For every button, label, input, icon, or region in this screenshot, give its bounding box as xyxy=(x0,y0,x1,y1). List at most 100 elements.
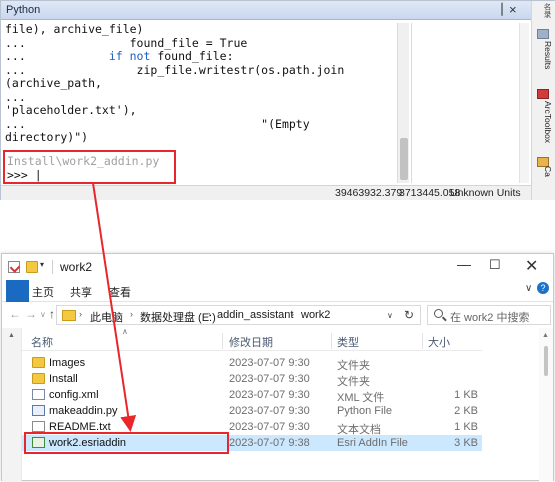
side-tab-catalog[interactable]: Ca xyxy=(535,166,553,196)
breadcrumb-work2[interactable]: work2 xyxy=(301,309,330,321)
quick-access-dropdown-icon[interactable]: ▾ xyxy=(40,260,52,272)
console-keyword: if not xyxy=(108,49,151,63)
file-row[interactable]: Images 2023-07-07 9:30 文件夹 xyxy=(22,355,482,372)
console-text: found_file: xyxy=(150,49,234,63)
expand-ribbon-icon[interactable]: ∨ xyxy=(525,283,532,294)
console-line: ... xyxy=(5,90,395,105)
file-row[interactable]: makeaddin.py 2023-07-07 9:30 Python File 2 … xyxy=(22,403,482,419)
console-line: ... "(Empty xyxy=(5,116,395,132)
forward-button[interactable]: → xyxy=(25,307,37,321)
address-dropdown-icon[interactable]: ∨ xyxy=(387,311,393,320)
console-text: ... "(Empty xyxy=(5,116,310,131)
console-line: (archive_path, xyxy=(5,76,395,91)
file-size: 3 KB xyxy=(454,437,478,449)
search-icon xyxy=(434,309,443,318)
ribbon-tabs: 主页 共享 查看 ∨ ? xyxy=(2,280,553,302)
file-date: 2023-07-07 9:30 xyxy=(229,421,310,433)
status-units: Unknown Units xyxy=(450,187,521,199)
prompt-command: Install\work2_addin.py xyxy=(7,154,160,168)
file-name: Install xyxy=(49,373,78,385)
column-divider[interactable] xyxy=(331,333,332,349)
console-line: ... if not found_file: xyxy=(5,49,395,64)
python-file-icon xyxy=(32,405,45,416)
title-divider xyxy=(52,260,53,274)
minimize-button[interactable]: — xyxy=(457,256,471,272)
file-row[interactable]: Install 2023-07-07 9:30 文件夹 xyxy=(22,371,482,388)
back-button[interactable]: ← xyxy=(9,307,21,321)
side-tab-arctoolbox[interactable]: ArcToolbox xyxy=(535,101,553,161)
console-text: ... zip_file.writestr(os.path.join xyxy=(5,62,345,77)
file-name: config.xml xyxy=(49,389,99,401)
console-line: file), archive_file) xyxy=(5,23,395,37)
tab-home[interactable]: 主页 xyxy=(32,284,54,300)
status-x-coordinate: 39463932.379 xyxy=(335,187,403,199)
python-prompt[interactable]: >>> | xyxy=(7,168,42,182)
breadcrumb-separator[interactable]: › xyxy=(130,309,133,319)
console-scrollbar-thumb[interactable] xyxy=(400,138,408,180)
maximize-button[interactable]: ☐ xyxy=(489,257,501,273)
file-type: Python File xyxy=(337,405,393,417)
breadcrumb-this-pc[interactable]: 此电脑 xyxy=(90,309,123,325)
refresh-icon[interactable]: ↻ xyxy=(404,308,414,322)
folder-icon xyxy=(32,357,45,368)
python-window: Python ▕ × file), archive_file)... found… xyxy=(0,0,555,200)
file-size: 2 KB xyxy=(454,405,478,417)
console-line: directory)") xyxy=(5,130,395,145)
new-folder-icon[interactable] xyxy=(26,261,38,273)
status-bar: 39463932.379 3713445.058 Unknown Units xyxy=(1,185,531,200)
properties-icon[interactable] xyxy=(8,261,20,273)
column-header-name[interactable]: 名称 xyxy=(31,334,53,350)
file-list-header: ∧ 名称 修改日期 类型 大小 xyxy=(22,327,482,351)
nav-pane-scroll-up-icon[interactable]: ▲ xyxy=(8,332,15,339)
column-header-size[interactable]: 大小 xyxy=(428,334,450,350)
file-date: 2023-07-07 9:30 xyxy=(229,357,310,369)
arctoolbox-icon xyxy=(537,89,549,99)
file-date: 2023-07-07 9:30 xyxy=(229,405,310,417)
python-titlebar: Python ▕ × xyxy=(1,1,531,20)
column-divider[interactable] xyxy=(222,333,223,349)
file-name: Images xyxy=(49,357,86,369)
breadcrumb-separator[interactable]: › xyxy=(208,309,211,319)
close-button[interactable]: ✕ xyxy=(525,256,538,276)
recent-locations-button[interactable]: ∨ xyxy=(40,310,46,319)
console-text: file), archive_file) xyxy=(5,23,144,36)
search-input[interactable]: 在 work2 中搜索 xyxy=(427,305,551,325)
navigation-pane: ▲ xyxy=(2,328,22,482)
column-header-type[interactable]: 类型 xyxy=(337,334,359,350)
close-icon[interactable]: × xyxy=(509,2,517,17)
console-text: ... found_file = True xyxy=(5,35,248,50)
file-list-scrollbar[interactable]: ▲ xyxy=(539,328,553,482)
sort-caret-icon: ∧ xyxy=(122,327,128,336)
prompt-highlight-box[interactable]: Install\work2_addin.py >>> | xyxy=(3,150,176,184)
column-divider[interactable] xyxy=(422,333,423,349)
scrollbar-thumb[interactable] xyxy=(544,346,548,376)
file-date: 2023-07-07 9:30 xyxy=(229,373,310,385)
scroll-up-icon[interactable]: ▲ xyxy=(542,332,549,339)
console-line: 'placeholder.txt'), xyxy=(5,103,395,118)
help-icon[interactable]: ? xyxy=(537,282,549,294)
tab-share[interactable]: 共享 xyxy=(70,284,92,300)
tab-file[interactable] xyxy=(6,280,29,302)
console-text: 'placeholder.txt'), xyxy=(5,103,137,117)
help-pane-scrollbar[interactable] xyxy=(519,23,529,183)
file-size: 1 KB xyxy=(454,389,478,401)
file-row[interactable]: config.xml 2023-07-07 9:30 XML 文件 1 KB xyxy=(22,387,482,404)
breadcrumb-drive-e[interactable]: 数据处理盘 (E:) xyxy=(140,309,216,325)
breadcrumb-separator[interactable]: › xyxy=(291,309,294,319)
side-tab-catalog-cn[interactable]: 名录 xyxy=(535,3,553,21)
file-date: 2023-07-07 9:38 xyxy=(229,437,310,449)
file-date: 2023-07-07 9:30 xyxy=(229,389,310,401)
search-placeholder: 在 work2 中搜索 xyxy=(450,312,530,324)
column-header-date[interactable]: 修改日期 xyxy=(229,334,273,350)
python-help-pane xyxy=(411,23,529,183)
up-button[interactable]: ↑ xyxy=(49,307,55,321)
pin-icon[interactable]: ▕ xyxy=(494,3,502,16)
breadcrumb-separator: › xyxy=(79,309,82,319)
navigation-bar: ← → ∨ ↑ › 此电脑 › 数据处理盘 (E:) › addin_assis… xyxy=(2,302,553,328)
side-tab-results[interactable]: Results xyxy=(535,41,553,91)
address-bar[interactable]: › 此电脑 › 数据处理盘 (E:) › addin_assistant › w… xyxy=(56,305,421,325)
breadcrumb-addin-assistant[interactable]: addin_assistant xyxy=(217,309,293,321)
explorer-title: work2 xyxy=(60,260,93,274)
tab-view[interactable]: 查看 xyxy=(109,284,131,300)
console-scrollbar[interactable] xyxy=(397,23,409,183)
